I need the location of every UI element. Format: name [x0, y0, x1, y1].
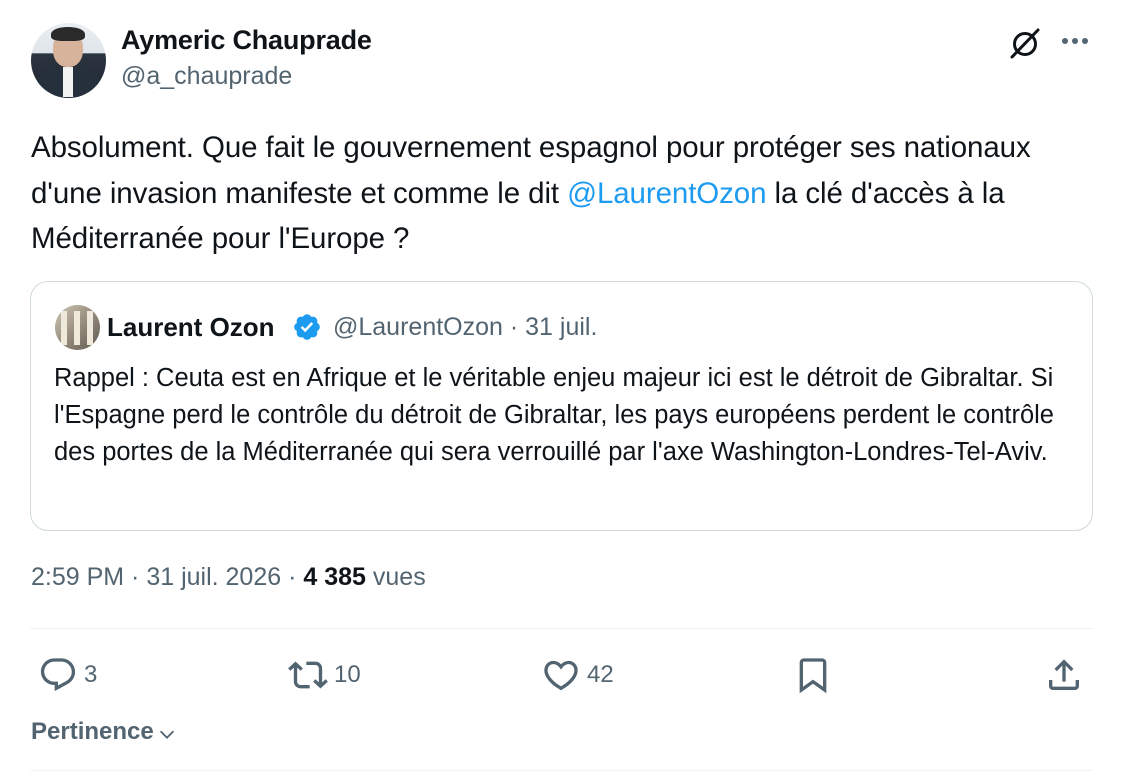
chevron-down-icon	[159, 730, 174, 739]
tweet-meta: 2:59 PM · 31 juil. 2026 · 4 385 vues	[31, 563, 426, 592]
repost-button[interactable]: 10	[288, 653, 361, 697]
tweet-text: Absolument. Que fait le gouvernement esp…	[31, 125, 1091, 262]
repost-icon	[288, 661, 328, 689]
heart-icon	[544, 660, 578, 691]
reply-icon	[40, 658, 76, 692]
quoted-tweet-text: Rappel : Ceuta est en Afrique et le véri…	[54, 364, 1054, 466]
like-count: 42	[587, 661, 614, 688]
divider	[30, 628, 1093, 629]
views-count: 4 385	[303, 563, 366, 591]
bookmark-button[interactable]	[793, 653, 833, 697]
quoted-author-handle-date: @LaurentOzon · 31 juil.	[333, 313, 598, 341]
verified-badge-icon	[294, 314, 320, 340]
repost-count: 10	[334, 661, 361, 688]
grok-icon[interactable]	[1007, 25, 1043, 61]
reply-count: 3	[84, 661, 98, 688]
tweet-timestamp[interactable]: 2:59 PM · 31 juil. 2026 ·	[31, 563, 303, 591]
author-avatar[interactable]	[31, 23, 106, 98]
more-options-icon[interactable]	[1058, 30, 1092, 52]
sort-dropdown[interactable]: Pertinence	[31, 718, 178, 746]
sort-label: Pertinence	[31, 718, 154, 745]
divider	[30, 770, 1093, 771]
author-handle[interactable]: @a_chauprade	[121, 62, 292, 91]
share-button[interactable]	[1044, 653, 1084, 697]
quoted-tweet-card[interactable]: Laurent Ozon @LaurentOzon · 31 juil. Rap…	[30, 281, 1093, 531]
views-label: vues	[365, 563, 426, 591]
reply-button[interactable]: 3	[38, 653, 97, 697]
like-button[interactable]: 42	[541, 653, 614, 697]
quoted-author-name: Laurent Ozon	[107, 312, 275, 342]
author-name[interactable]: Aymeric Chauprade	[121, 25, 372, 56]
mention-link[interactable]: @LaurentOzon	[567, 177, 766, 210]
share-icon	[1049, 659, 1079, 690]
bookmark-icon	[799, 658, 827, 694]
quoted-author-avatar	[55, 305, 100, 350]
